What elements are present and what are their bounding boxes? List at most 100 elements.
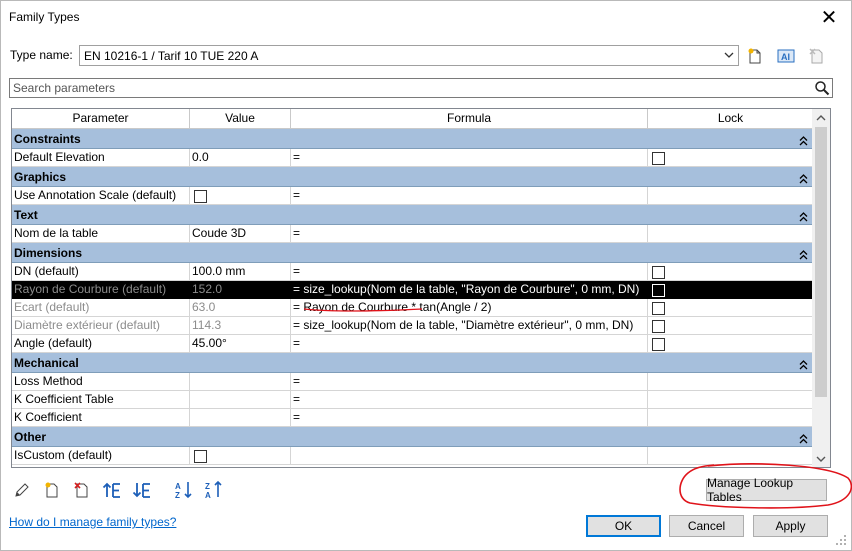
- lock-cell[interactable]: [648, 149, 814, 167]
- parameter-name-cell[interactable]: Nom de la table: [12, 225, 190, 243]
- ok-button[interactable]: OK: [586, 515, 661, 537]
- parameter-value-cell[interactable]: [190, 447, 291, 465]
- lock-checkbox[interactable]: [652, 265, 665, 279]
- delete-type-icon[interactable]: [806, 45, 828, 67]
- parameter-name-cell[interactable]: Default Elevation: [12, 149, 190, 167]
- parameter-value-cell[interactable]: [190, 409, 291, 427]
- table-row[interactable]: Default Elevation 0.0 =: [12, 149, 814, 167]
- table-row[interactable]: Loss Method =: [12, 373, 814, 391]
- table-row[interactable]: K Coefficient Table =: [12, 391, 814, 409]
- table-row[interactable]: K Coefficient =: [12, 409, 814, 427]
- lock-cell[interactable]: [648, 225, 814, 243]
- formula-cell[interactable]: = size_lookup(Nom de la table, "Rayon de…: [291, 281, 648, 299]
- parameter-value-cell[interactable]: 45.00°: [190, 335, 291, 353]
- formula-cell[interactable]: =: [291, 149, 648, 167]
- parameter-name-cell[interactable]: Use Annotation Scale (default): [12, 187, 190, 205]
- lock-cell[interactable]: [648, 299, 814, 317]
- parameter-name-cell[interactable]: Loss Method: [12, 373, 190, 391]
- lock-cell[interactable]: [648, 317, 814, 335]
- formula-cell[interactable]: =: [291, 391, 648, 409]
- table-row[interactable]: DN (default) 100.0 mm =: [12, 263, 814, 281]
- vertical-scrollbar[interactable]: [812, 109, 830, 467]
- formula-cell[interactable]: =: [291, 373, 648, 391]
- lock-cell[interactable]: [648, 263, 814, 281]
- search-input[interactable]: Search parameters: [9, 78, 833, 98]
- column-header-value[interactable]: Value: [190, 109, 291, 129]
- delete-parameter-icon[interactable]: [71, 479, 93, 501]
- edit-parameter-icon[interactable]: [11, 479, 33, 501]
- column-header-lock[interactable]: Lock: [648, 109, 814, 129]
- parameters-table: Parameter Value Formula Lock Constraints…: [11, 108, 831, 468]
- lock-cell[interactable]: [648, 373, 814, 391]
- formula-cell[interactable]: =: [291, 187, 648, 205]
- parameter-name-cell[interactable]: K Coefficient: [12, 409, 190, 427]
- parameter-name-cell[interactable]: IsCustom (default): [12, 447, 190, 465]
- table-row[interactable]: Rayon de Courbure (default) 152.0 = size_l…: [12, 281, 814, 299]
- lock-checkbox[interactable]: [652, 301, 665, 315]
- table-row[interactable]: Use Annotation Scale (default) =: [12, 187, 814, 205]
- parameter-name-cell[interactable]: Ecart (default): [12, 299, 190, 317]
- parameter-name-cell[interactable]: Angle (default): [12, 335, 190, 353]
- parameter-value-cell[interactable]: [190, 373, 291, 391]
- group-header[interactable]: Graphics: [12, 167, 814, 187]
- formula-cell[interactable]: =: [291, 263, 648, 281]
- formula-cell[interactable]: [291, 447, 648, 465]
- move-down-icon[interactable]: [131, 479, 153, 501]
- table-row[interactable]: Nom de la table Coude 3D =: [12, 225, 814, 243]
- cancel-button[interactable]: Cancel: [669, 515, 744, 537]
- parameter-value-cell[interactable]: 0.0: [190, 149, 291, 167]
- group-header[interactable]: Constraints: [12, 129, 814, 149]
- parameter-name-cell[interactable]: K Coefficient Table: [12, 391, 190, 409]
- formula-cell[interactable]: =: [291, 409, 648, 427]
- sort-descending-icon[interactable]: ZA: [203, 479, 225, 501]
- window-title: Family Types: [9, 10, 80, 24]
- column-header-formula[interactable]: Formula: [291, 109, 648, 129]
- table-row[interactable]: Angle (default) 45.00° =: [12, 335, 814, 353]
- parameter-name-cell[interactable]: DN (default): [12, 263, 190, 281]
- parameter-value-cell[interactable]: [190, 187, 291, 205]
- lock-checkbox[interactable]: [652, 283, 665, 297]
- spellcheck-underline: [303, 308, 423, 312]
- parameter-value-cell[interactable]: 114.3: [190, 317, 291, 335]
- apply-button[interactable]: Apply: [753, 515, 828, 537]
- group-header[interactable]: Other: [12, 427, 814, 447]
- parameter-value-cell[interactable]: 152.0: [190, 281, 291, 299]
- group-header[interactable]: Mechanical: [12, 353, 814, 373]
- column-header-parameter[interactable]: Parameter: [12, 109, 190, 129]
- parameter-value-cell[interactable]: Coude 3D: [190, 225, 291, 243]
- resize-grip-icon[interactable]: [835, 534, 847, 546]
- close-button[interactable]: ✕: [811, 3, 847, 31]
- help-link[interactable]: How do I manage family types?: [9, 515, 176, 529]
- formula-cell[interactable]: =: [291, 225, 648, 243]
- new-parameter-icon[interactable]: [41, 479, 63, 501]
- lock-checkbox[interactable]: [652, 319, 665, 333]
- svg-text:A: A: [175, 482, 181, 491]
- parameter-name-cell[interactable]: Rayon de Courbure (default): [12, 281, 190, 299]
- formula-cell[interactable]: = size_lookup(Nom de la table, "Diamètre…: [291, 317, 648, 335]
- lock-cell[interactable]: [648, 281, 814, 299]
- table-row[interactable]: Diamètre extérieur (default) 114.3 = size_…: [12, 317, 814, 335]
- lock-cell[interactable]: [648, 335, 814, 353]
- scrollbar-thumb[interactable]: [815, 127, 827, 397]
- formula-cell[interactable]: =: [291, 335, 648, 353]
- lock-cell[interactable]: [648, 187, 814, 205]
- move-up-icon[interactable]: [101, 479, 123, 501]
- lock-cell[interactable]: [648, 391, 814, 409]
- lock-cell[interactable]: [648, 409, 814, 427]
- group-header[interactable]: Dimensions: [12, 243, 814, 263]
- scroll-up-icon[interactable]: [812, 109, 830, 126]
- lock-checkbox[interactable]: [652, 337, 665, 351]
- rename-type-icon[interactable]: AI: [775, 45, 797, 67]
- parameter-value-cell[interactable]: [190, 391, 291, 409]
- new-type-icon[interactable]: [744, 45, 766, 67]
- sort-ascending-icon[interactable]: AZ: [173, 479, 195, 501]
- parameter-value-cell[interactable]: 63.0: [190, 299, 291, 317]
- parameter-name-cell[interactable]: Diamètre extérieur (default): [12, 317, 190, 335]
- group-header[interactable]: Text: [12, 205, 814, 225]
- type-name-dropdown[interactable]: EN 10216-1 / Tarif 10 TUE 220 A: [79, 45, 739, 66]
- lock-checkbox[interactable]: [652, 151, 665, 165]
- value-checkbox[interactable]: [194, 189, 207, 203]
- value-checkbox[interactable]: [194, 449, 207, 463]
- parameter-value-cell[interactable]: 100.0 mm: [190, 263, 291, 281]
- search-icon[interactable]: [812, 79, 832, 97]
